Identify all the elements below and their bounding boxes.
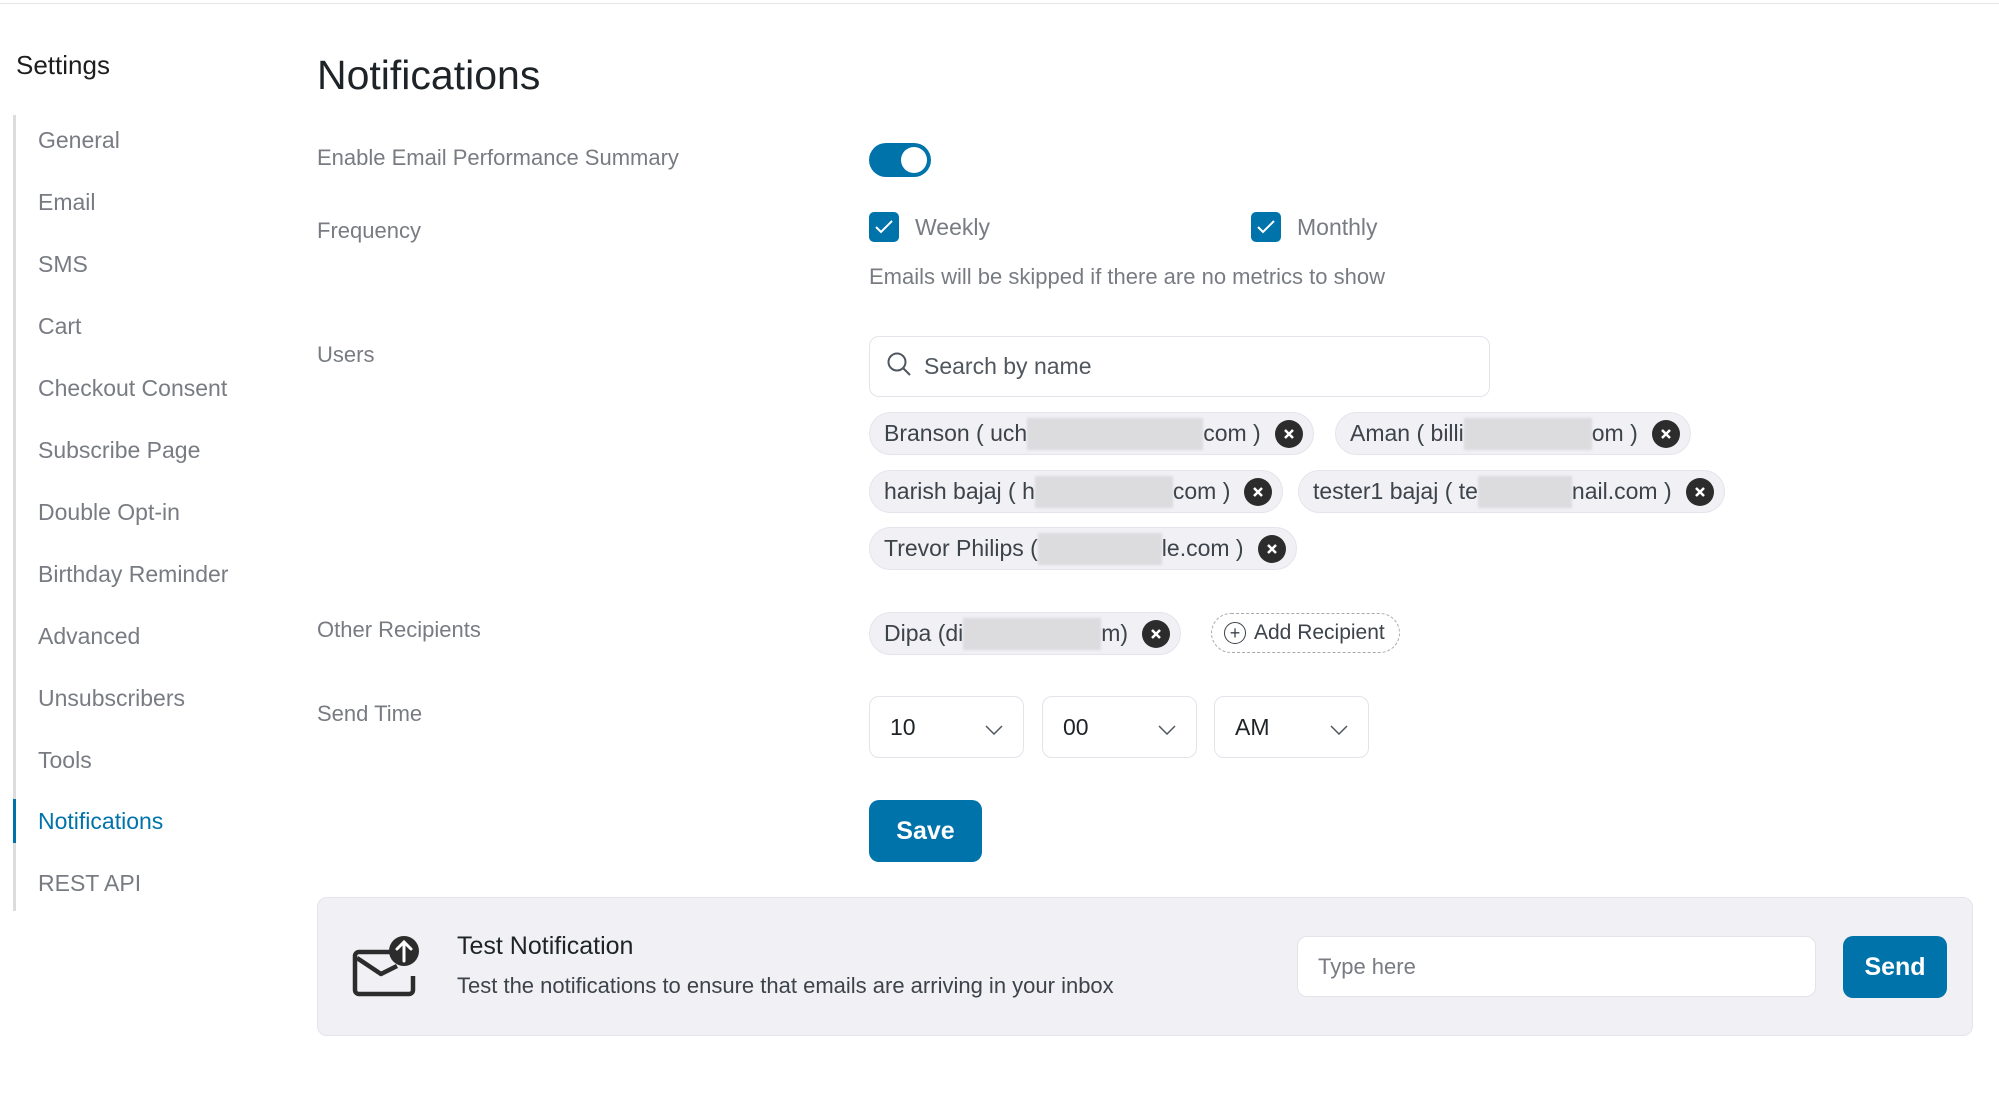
- page-title: Notifications: [317, 52, 541, 98]
- checkmark-icon: [1251, 212, 1281, 242]
- add-recipient-button[interactable]: + Add Recipient: [1211, 613, 1400, 653]
- chevron-down-icon: [1158, 714, 1176, 741]
- sidebar-item-notifications[interactable]: Notifications: [13, 799, 263, 843]
- user-search-input[interactable]: [924, 353, 1464, 380]
- sidebar-item-email[interactable]: Email: [16, 180, 266, 224]
- remove-recipient-icon[interactable]: [1142, 619, 1171, 648]
- enable-summary-label: Enable Email Performance Summary: [317, 145, 679, 170]
- send-time-label: Send Time: [317, 701, 423, 726]
- recipient-chip: Dipa (di m): [869, 612, 1182, 655]
- monthly-label: Monthly: [1297, 213, 1378, 240]
- minute-select[interactable]: 00: [1042, 696, 1197, 758]
- plus-circle-icon: +: [1224, 622, 1246, 644]
- redacted-email: [1034, 475, 1173, 508]
- sidebar-title: Settings: [16, 50, 110, 80]
- chevron-down-icon: [1330, 714, 1348, 741]
- sidebar-item-rest-api[interactable]: REST API: [16, 861, 266, 905]
- sidebar-item-general[interactable]: General: [16, 118, 266, 162]
- redacted-email: [963, 617, 1102, 650]
- sidebar-item-birthday-reminder[interactable]: Birthday Reminder: [16, 552, 266, 596]
- frequency-hint: Emails will be skipped if there are no m…: [869, 264, 1385, 289]
- search-icon: [886, 351, 912, 382]
- sidebar-item-unsubscribers[interactable]: Unsubscribers: [16, 676, 266, 720]
- user-search-field[interactable]: [869, 336, 1490, 397]
- monthly-checkbox[interactable]: Monthly: [1251, 212, 1378, 242]
- user-chip: Aman ( billi om ): [1335, 412, 1691, 455]
- redacted-email: [1027, 417, 1204, 450]
- test-notification-title: Test Notification: [457, 932, 634, 960]
- remove-user-icon[interactable]: [1651, 419, 1680, 448]
- sidebar-item-tools[interactable]: Tools: [16, 738, 266, 782]
- sidebar-item-checkout-consent[interactable]: Checkout Consent: [16, 366, 266, 410]
- sidebar-item-subscribe-page[interactable]: Subscribe Page: [16, 428, 266, 472]
- user-chip: Branson ( uch com ): [869, 412, 1314, 455]
- users-label: Users: [317, 342, 375, 367]
- enable-summary-toggle[interactable]: [869, 143, 931, 177]
- settings-sidebar: General Email SMS Cart Checkout Consent …: [13, 115, 273, 911]
- weekly-label: Weekly: [915, 213, 990, 240]
- sidebar-item-advanced[interactable]: Advanced: [16, 614, 266, 658]
- remove-user-icon[interactable]: [1257, 534, 1286, 563]
- sidebar-item-double-opt-in[interactable]: Double Opt-in: [16, 490, 266, 534]
- remove-user-icon[interactable]: [1244, 477, 1273, 506]
- mail-send-icon: [351, 934, 421, 1000]
- sidebar-item-sms[interactable]: SMS: [16, 242, 266, 286]
- user-chip: harish bajaj ( h com ): [869, 470, 1284, 513]
- test-email-input[interactable]: [1297, 936, 1816, 997]
- remove-user-icon[interactable]: [1274, 419, 1303, 448]
- redacted-email: [1037, 532, 1162, 565]
- test-notification-panel: Test Notification Test the notifications…: [317, 897, 1973, 1036]
- user-chip: tester1 bajaj ( te nail.com ): [1298, 470, 1725, 513]
- toggle-knob: [901, 147, 927, 173]
- send-button[interactable]: Send: [1843, 936, 1947, 998]
- user-chip: Trevor Philips ( le.com ): [869, 527, 1297, 570]
- checkmark-icon: [869, 212, 899, 242]
- remove-user-icon[interactable]: [1685, 477, 1714, 506]
- other-recipients-label: Other Recipients: [317, 617, 481, 642]
- weekly-checkbox[interactable]: Weekly: [869, 212, 990, 242]
- redacted-email: [1477, 475, 1572, 508]
- sidebar-item-cart[interactable]: Cart: [16, 304, 266, 348]
- frequency-label: Frequency: [317, 218, 421, 243]
- top-border: [0, 0, 1999, 4]
- save-button[interactable]: Save: [869, 800, 982, 862]
- chevron-down-icon: [985, 714, 1003, 741]
- redacted-email: [1463, 417, 1592, 450]
- hour-select[interactable]: 10: [869, 696, 1024, 758]
- test-notification-description: Test the notifications to ensure that em…: [457, 973, 1114, 998]
- period-select[interactable]: AM: [1214, 696, 1369, 758]
